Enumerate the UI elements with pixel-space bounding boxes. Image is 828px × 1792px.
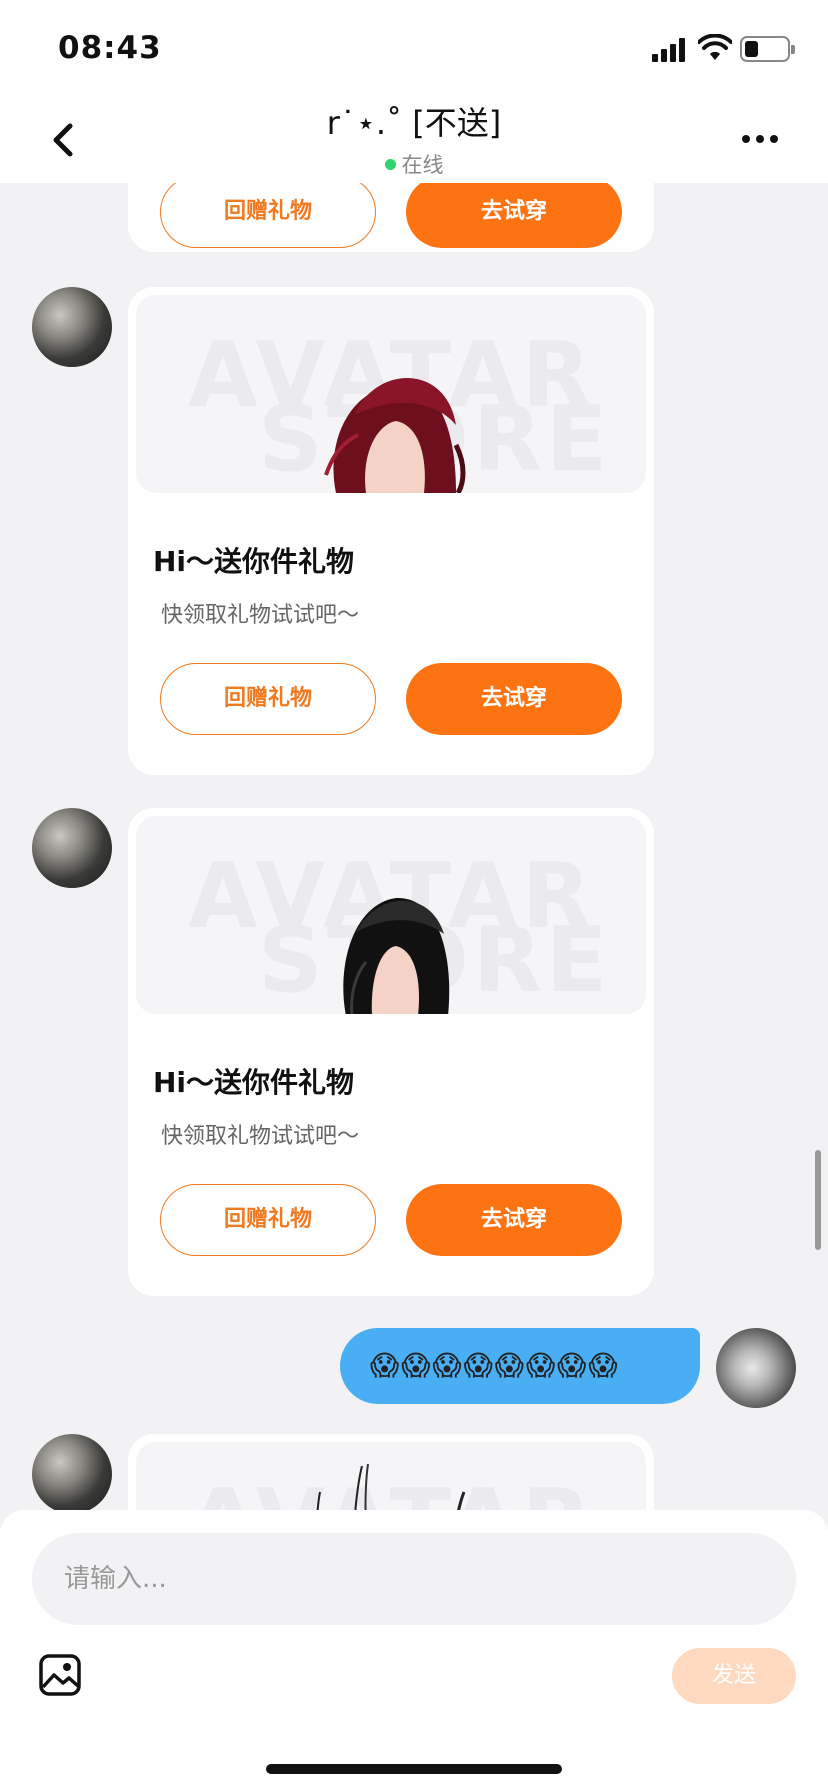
avatar[interactable] [32, 1434, 112, 1514]
more-horizontal-icon[interactable] [740, 130, 780, 150]
avatar[interactable] [32, 287, 112, 367]
home-indicator [266, 1764, 562, 1774]
gift-banner: AVATAR STORE [136, 816, 646, 1014]
send-button[interactable]: 发送 [672, 1648, 796, 1704]
return-gift-button[interactable]: 回赠礼物 [160, 1184, 376, 1256]
gift-greeting: Hi～送你件礼物 [153, 545, 355, 578]
scrollbar[interactable] [815, 1150, 821, 1250]
online-status: 在线 [0, 149, 828, 179]
image-icon[interactable] [38, 1653, 82, 1697]
online-dot [384, 159, 396, 170]
wifi-icon [698, 34, 732, 60]
try-on-button[interactable]: 去试穿 [406, 1184, 622, 1256]
gift-subtitle: 快领取礼物试试吧～ [161, 603, 360, 628]
gift-card: AVATAR STORE Hi～送你件礼物 快领取礼物试试吧～ 回赠礼物 去试穿 [128, 287, 654, 775]
message-bubble[interactable]: 😱😱😱😱😱😱😱😱 [340, 1328, 700, 1404]
hair-preview-image [343, 897, 450, 1014]
avatar[interactable] [32, 808, 112, 888]
hair-preview-image [324, 377, 466, 493]
status-time: 08:43 [58, 30, 162, 66]
gift-greeting: Hi～送你件礼物 [153, 1066, 355, 1099]
top-bar: 08:43 r˙⋆.˚ [不送] 在线 [0, 0, 828, 183]
battery-icon [740, 36, 795, 62]
try-on-button[interactable]: 去试穿 [406, 663, 622, 735]
message-input[interactable] [32, 1533, 796, 1625]
chat-title: r˙⋆.˚ [不送] [326, 104, 502, 142]
my-avatar[interactable] [716, 1328, 796, 1408]
return-gift-button[interactable]: 回赠礼物 [160, 176, 376, 248]
input-panel: 发送 [0, 1510, 828, 1792]
try-on-button[interactable]: 去试穿 [406, 176, 622, 248]
gift-banner: AVATAR STORE [136, 295, 646, 493]
online-text: 在线 [401, 153, 444, 177]
signal-icon [652, 38, 688, 62]
return-gift-button[interactable]: 回赠礼物 [160, 663, 376, 735]
gift-subtitle: 快领取礼物试试吧～ [161, 1124, 360, 1149]
gift-card: AVATAR STORE Hi～送你件礼物 快领取礼物试试吧～ 回赠礼物 去试穿 [128, 808, 654, 1296]
